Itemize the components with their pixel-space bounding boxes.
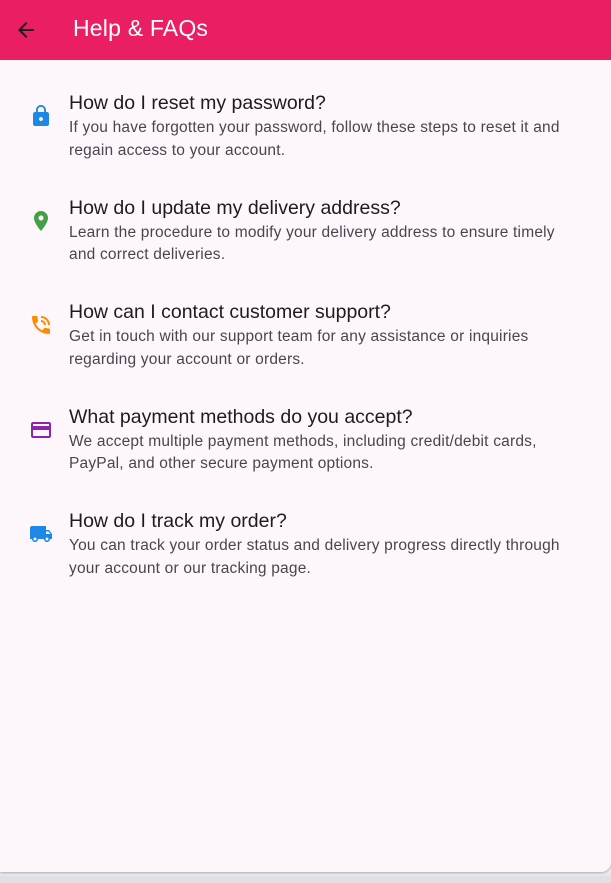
faq-question: How do I update my delivery address?: [69, 196, 401, 219]
back-button[interactable]: [8, 12, 44, 48]
help-faqs-screen: Help & FAQs How do I reset my password? …: [0, 0, 611, 872]
delivery-truck-icon: [29, 522, 53, 546]
faq-list: How do I reset my password? If you have …: [0, 60, 611, 583]
faq-item-delivery-address[interactable]: How do I update my delivery address? Lea…: [0, 165, 611, 270]
faq-item-reset-password[interactable]: How do I reset my password? If you have …: [0, 60, 611, 165]
app-bar: Help & FAQs: [0, 0, 611, 60]
credit-card-icon: [29, 418, 53, 442]
faq-question: How do I track my order?: [69, 510, 287, 532]
phone-in-talk-icon: [29, 313, 53, 337]
bottom-edge: [0, 876, 611, 883]
page-title: Help & FAQs: [73, 15, 209, 41]
arrow-back-icon: [18, 22, 34, 38]
faq-question: What payment methods do you accept?: [69, 405, 413, 428]
faq-answer: We accept multiple payment methods, incl…: [69, 432, 537, 473]
faq-item-contact-support[interactable]: How can I contact customer support? Get …: [0, 269, 611, 374]
faq-item-track-order[interactable]: How do I track my order? You can track y…: [0, 478, 611, 583]
lock-icon: [29, 104, 53, 128]
faq-answer: You can track your order status and deli…: [69, 537, 560, 577]
location-pin-icon: [29, 209, 53, 233]
faq-answer: Learn the procedure to modify your deliv…: [69, 223, 555, 264]
faq-question: How do I reset my password?: [69, 92, 326, 114]
faq-item-payment-methods[interactable]: What payment methods do you accept? We a…: [0, 374, 611, 479]
faq-answer: If you have forgotten your password, fol…: [69, 119, 560, 159]
faq-answer: Get in touch with our support team for a…: [69, 328, 529, 368]
faq-question: How can I contact customer support?: [69, 301, 391, 323]
